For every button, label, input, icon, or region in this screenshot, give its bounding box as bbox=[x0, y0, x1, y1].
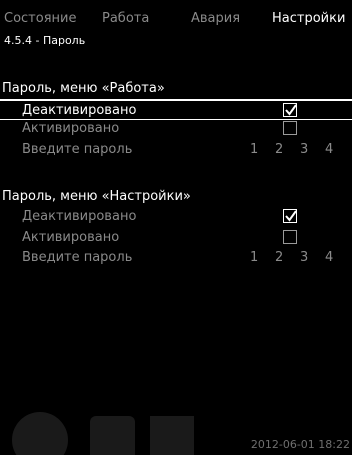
password-digits: 1 2 3 4 bbox=[0, 248, 352, 268]
operation-password-entry-row[interactable]: Введите пароль 1 2 3 4 bbox=[0, 140, 352, 160]
tab-settings[interactable]: Настройки bbox=[272, 10, 345, 28]
operation-password-deactivated-row[interactable]: Деактивировано bbox=[0, 100, 352, 120]
checkmark-icon bbox=[285, 104, 297, 116]
password-digit[interactable]: 1 bbox=[250, 249, 258, 267]
row-label: Деактивировано bbox=[22, 209, 137, 224]
tab-alarm[interactable]: Авария bbox=[191, 10, 240, 28]
operation-password-activated-row[interactable]: Активировано bbox=[0, 119, 352, 139]
password-digit[interactable]: 2 bbox=[275, 249, 283, 267]
breadcrumb: 4.5.4 - Пароль bbox=[4, 34, 86, 47]
row-label: Деактивировано bbox=[22, 103, 137, 118]
tab-status[interactable]: Состояние bbox=[4, 10, 76, 28]
settings-password-activated-row[interactable]: Активировано bbox=[0, 228, 352, 248]
row-label: Активировано bbox=[22, 121, 120, 136]
datetime: 2012-06-01 18:22 bbox=[250, 438, 350, 451]
watermark-graphic bbox=[12, 412, 194, 455]
section-title-settings-password: Пароль, меню «Настройки» bbox=[2, 189, 191, 204]
password-digit[interactable]: 3 bbox=[300, 141, 308, 159]
settings-password-entry-row[interactable]: Введите пароль 1 2 3 4 bbox=[0, 248, 352, 268]
top-tabs: Состояние Работа Авария Настройки bbox=[0, 10, 352, 28]
settings-password-activated-checkbox[interactable] bbox=[283, 230, 297, 244]
operation-password-deactivated-checkbox[interactable] bbox=[283, 103, 297, 117]
settings-password-deactivated-checkbox[interactable] bbox=[283, 209, 297, 223]
password-digit[interactable]: 4 bbox=[325, 141, 333, 159]
password-digit[interactable]: 1 bbox=[250, 141, 258, 159]
operation-password-activated-checkbox[interactable] bbox=[283, 121, 297, 135]
password-digit[interactable]: 3 bbox=[300, 249, 308, 267]
password-digits: 1 2 3 4 bbox=[0, 140, 352, 160]
password-digit[interactable]: 4 bbox=[325, 249, 333, 267]
settings-password-deactivated-row[interactable]: Деактивировано bbox=[0, 207, 352, 227]
tab-operation[interactable]: Работа bbox=[102, 10, 149, 28]
checkmark-icon bbox=[285, 210, 297, 222]
row-label: Активировано bbox=[22, 230, 120, 245]
password-digit[interactable]: 2 bbox=[275, 141, 283, 159]
section-title-operation-password: Пароль, меню «Работа» bbox=[2, 81, 165, 96]
